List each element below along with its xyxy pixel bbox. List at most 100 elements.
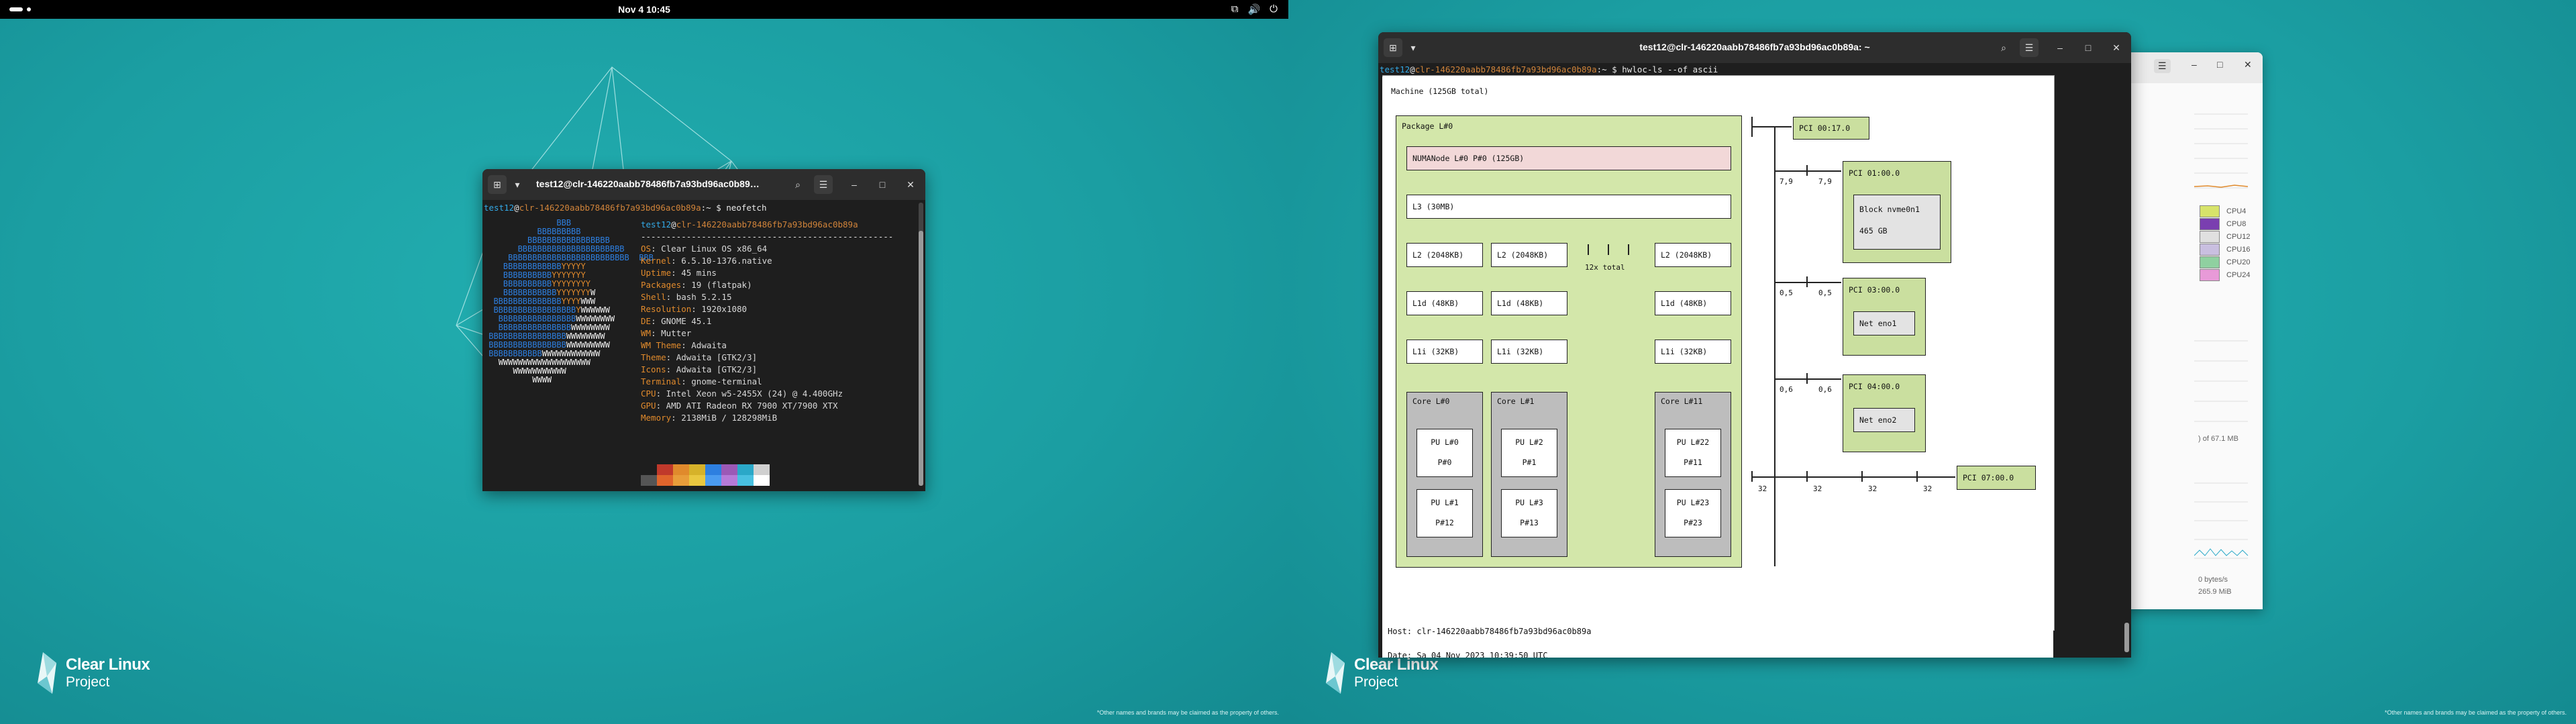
tab-menu-chevron-icon[interactable]: ▾ <box>1404 38 1423 57</box>
bus-line-03 <box>1774 282 1841 283</box>
color-swatch <box>754 464 770 475</box>
neofetch-colon: : <box>671 256 682 266</box>
prompt-end: :~ $ <box>701 203 727 213</box>
search-icon[interactable]: ⌕ <box>788 175 807 194</box>
close-button[interactable]: ✕ <box>2244 59 2252 70</box>
neofetch-key: Memory <box>641 413 672 423</box>
neofetch-key: Kernel <box>641 256 672 266</box>
pu-box: PU L#2 P#1 <box>1501 429 1557 477</box>
cpu-color-chip[interactable] <box>2200 231 2220 243</box>
hamburger-menu-icon[interactable]: ☰ <box>814 175 833 194</box>
cpu-name: CPU16 <box>2226 246 2251 254</box>
l3-label: L3 (30MB) <box>1412 202 1455 211</box>
cpu-history-graph <box>2194 113 2249 189</box>
cpu-name: CPU12 <box>2226 233 2251 241</box>
scrollbar-thumb[interactable] <box>2124 623 2129 652</box>
neofetch-colon: : <box>671 268 682 278</box>
search-icon[interactable]: ⌕ <box>1994 38 2013 57</box>
l1d-cache-core11: L1d (48KB) <box>1655 291 1731 315</box>
cpu-legend-item: CPU200.0% <box>2200 256 2263 268</box>
terminal-output[interactable]: test12@clr-146220aabb78486fb7a93bd96ac0b… <box>482 200 925 491</box>
pu-box: PU L#23 P#23 <box>1665 489 1721 537</box>
scrollbar[interactable] <box>919 203 923 486</box>
numa-label: NUMANode L#0 P#0 (125GB) <box>1412 154 1525 163</box>
neofetch-key: GPU <box>641 401 656 411</box>
cpu-color-chip[interactable] <box>2200 244 2220 256</box>
numa-node-box: NUMANode L#0 P#0 (125GB) <box>1406 146 1731 170</box>
maximize-button[interactable]: □ <box>2079 38 2098 57</box>
cpu-color-chip[interactable] <box>2200 218 2220 230</box>
new-tab-button[interactable]: ⊞ <box>488 175 507 194</box>
bus-tick <box>1861 471 1863 482</box>
neofetch-colon: : <box>666 292 676 302</box>
cpu-color-chip[interactable] <box>2200 269 2220 281</box>
hamburger-menu-icon[interactable]: ☰ <box>2020 38 2039 57</box>
neofetch-row: Terminal: gnome-terminal <box>641 376 893 388</box>
pu-physical-id: P#23 <box>1684 518 1702 527</box>
color-swatch <box>689 464 705 475</box>
core-box: Core L#0 PU L#0 P#0 PU L#1 P#12 <box>1406 392 1483 557</box>
hamburger-menu-icon[interactable]: ☰ <box>2154 59 2171 73</box>
cpu-color-chip[interactable] <box>2200 205 2220 217</box>
prompt-user: test12 <box>484 203 515 213</box>
new-tab-button[interactable]: ⊞ <box>1384 38 1402 57</box>
pu-box: PU L#1 P#12 <box>1416 489 1473 537</box>
color-swatch <box>641 475 657 486</box>
terminal-window-hwloc[interactable]: ⊞ ▾ test12@clr-146220aabb78486fb7a93bd96… <box>1378 32 2131 658</box>
system-tray[interactable]: ⧉ 🔊 ⏻ <box>1231 3 1278 15</box>
ellipsis-tick <box>1588 244 1589 255</box>
neofetch-key: Resolution <box>641 304 692 314</box>
neofetch-key: Packages <box>641 280 682 290</box>
neofetch-key: OS <box>641 244 652 254</box>
close-button[interactable]: ✕ <box>901 175 920 194</box>
maximize-button[interactable]: □ <box>873 175 892 194</box>
neofetch-value: AMD ATI Radeon RX 7900 XT/7900 XTX <box>666 401 838 411</box>
neofetch-row: Packages: 19 (flatpak) <box>641 279 893 291</box>
core-label: Core L#11 <box>1661 397 1703 406</box>
minimize-button[interactable]: – <box>2192 59 2197 70</box>
color-swatch <box>705 475 721 486</box>
terminal-window-neofetch[interactable]: ⊞ ▾ test12@clr-146220aabb78486fb7a93bd96… <box>482 169 925 491</box>
cpu-legend-item: CPU120.0% <box>2200 231 2263 243</box>
scrollbar-thumb[interactable] <box>919 231 923 486</box>
neofetch-colon: : <box>671 413 682 423</box>
terminal-headerbar[interactable]: ⊞ ▾ test12@clr-146220aabb78486fb7a93bd96… <box>482 169 925 200</box>
neofetch-value: 1920x1080 <box>701 304 748 314</box>
hwloc-topology: Machine (125GB total) Package L#0 NUMANo… <box>1382 76 2053 628</box>
neofetch-key: Shell <box>641 292 666 302</box>
cpu-color-chip[interactable] <box>2200 256 2220 268</box>
bus-tick <box>1806 471 1808 482</box>
bus-tick <box>1916 471 1918 482</box>
close-button[interactable]: ✕ <box>2107 38 2126 57</box>
maximize-button[interactable]: □ <box>2217 59 2222 70</box>
clock[interactable]: Nov 4 10:45 <box>0 4 1288 15</box>
pu-physical-id: P#1 <box>1522 458 1537 467</box>
scrollbar[interactable] <box>2124 623 2129 652</box>
package-label: Package L#0 <box>1402 121 1453 131</box>
neofetch-key: CPU <box>641 389 656 399</box>
network-history-graph <box>2194 482 2249 559</box>
minimize-button[interactable]: – <box>845 175 864 194</box>
pu-label: PU L#1 <box>1431 498 1459 507</box>
pu-label: PU L#3 <box>1515 498 1543 507</box>
clear-linux-logo-icon <box>38 652 56 694</box>
terminal-headerbar[interactable]: ⊞ ▾ test12@clr-146220aabb78486fb7a93bd96… <box>1378 32 2131 63</box>
core-label: Core L#1 <box>1497 397 1535 406</box>
pu-label: PU L#22 <box>1676 437 1710 447</box>
tab-menu-chevron-icon[interactable]: ▾ <box>508 175 527 194</box>
neofetch-key: Theme <box>641 352 666 362</box>
l2-cache-core11: L2 (2048KB) <box>1655 243 1731 267</box>
neofetch-row: Theme: Adwaita [GTK2/3] <box>641 352 893 364</box>
ellipsis-tick <box>1608 244 1609 255</box>
minimize-button[interactable]: – <box>2051 38 2069 57</box>
color-swatch <box>721 475 737 486</box>
neofetch-colon: : <box>681 340 692 350</box>
terminal-output[interactable]: test12@clr-146220aabb78486fb7a93bd96ac0b… <box>1378 63 2131 658</box>
l1d-cache-core1: L1d (48KB) <box>1491 291 1567 315</box>
hwloc-host-info: Host: clr-146220aabb78486fb7a93bd96ac0b8… <box>1382 620 2053 658</box>
bus-line <box>1751 126 1792 127</box>
neofetch-value: GNOME 45.1 <box>661 316 712 326</box>
neofetch-row: Uptime: 45 mins <box>641 267 893 279</box>
network-rate: 0 bytes/s <box>2198 576 2228 584</box>
pu-box: PU L#22 P#11 <box>1665 429 1721 477</box>
